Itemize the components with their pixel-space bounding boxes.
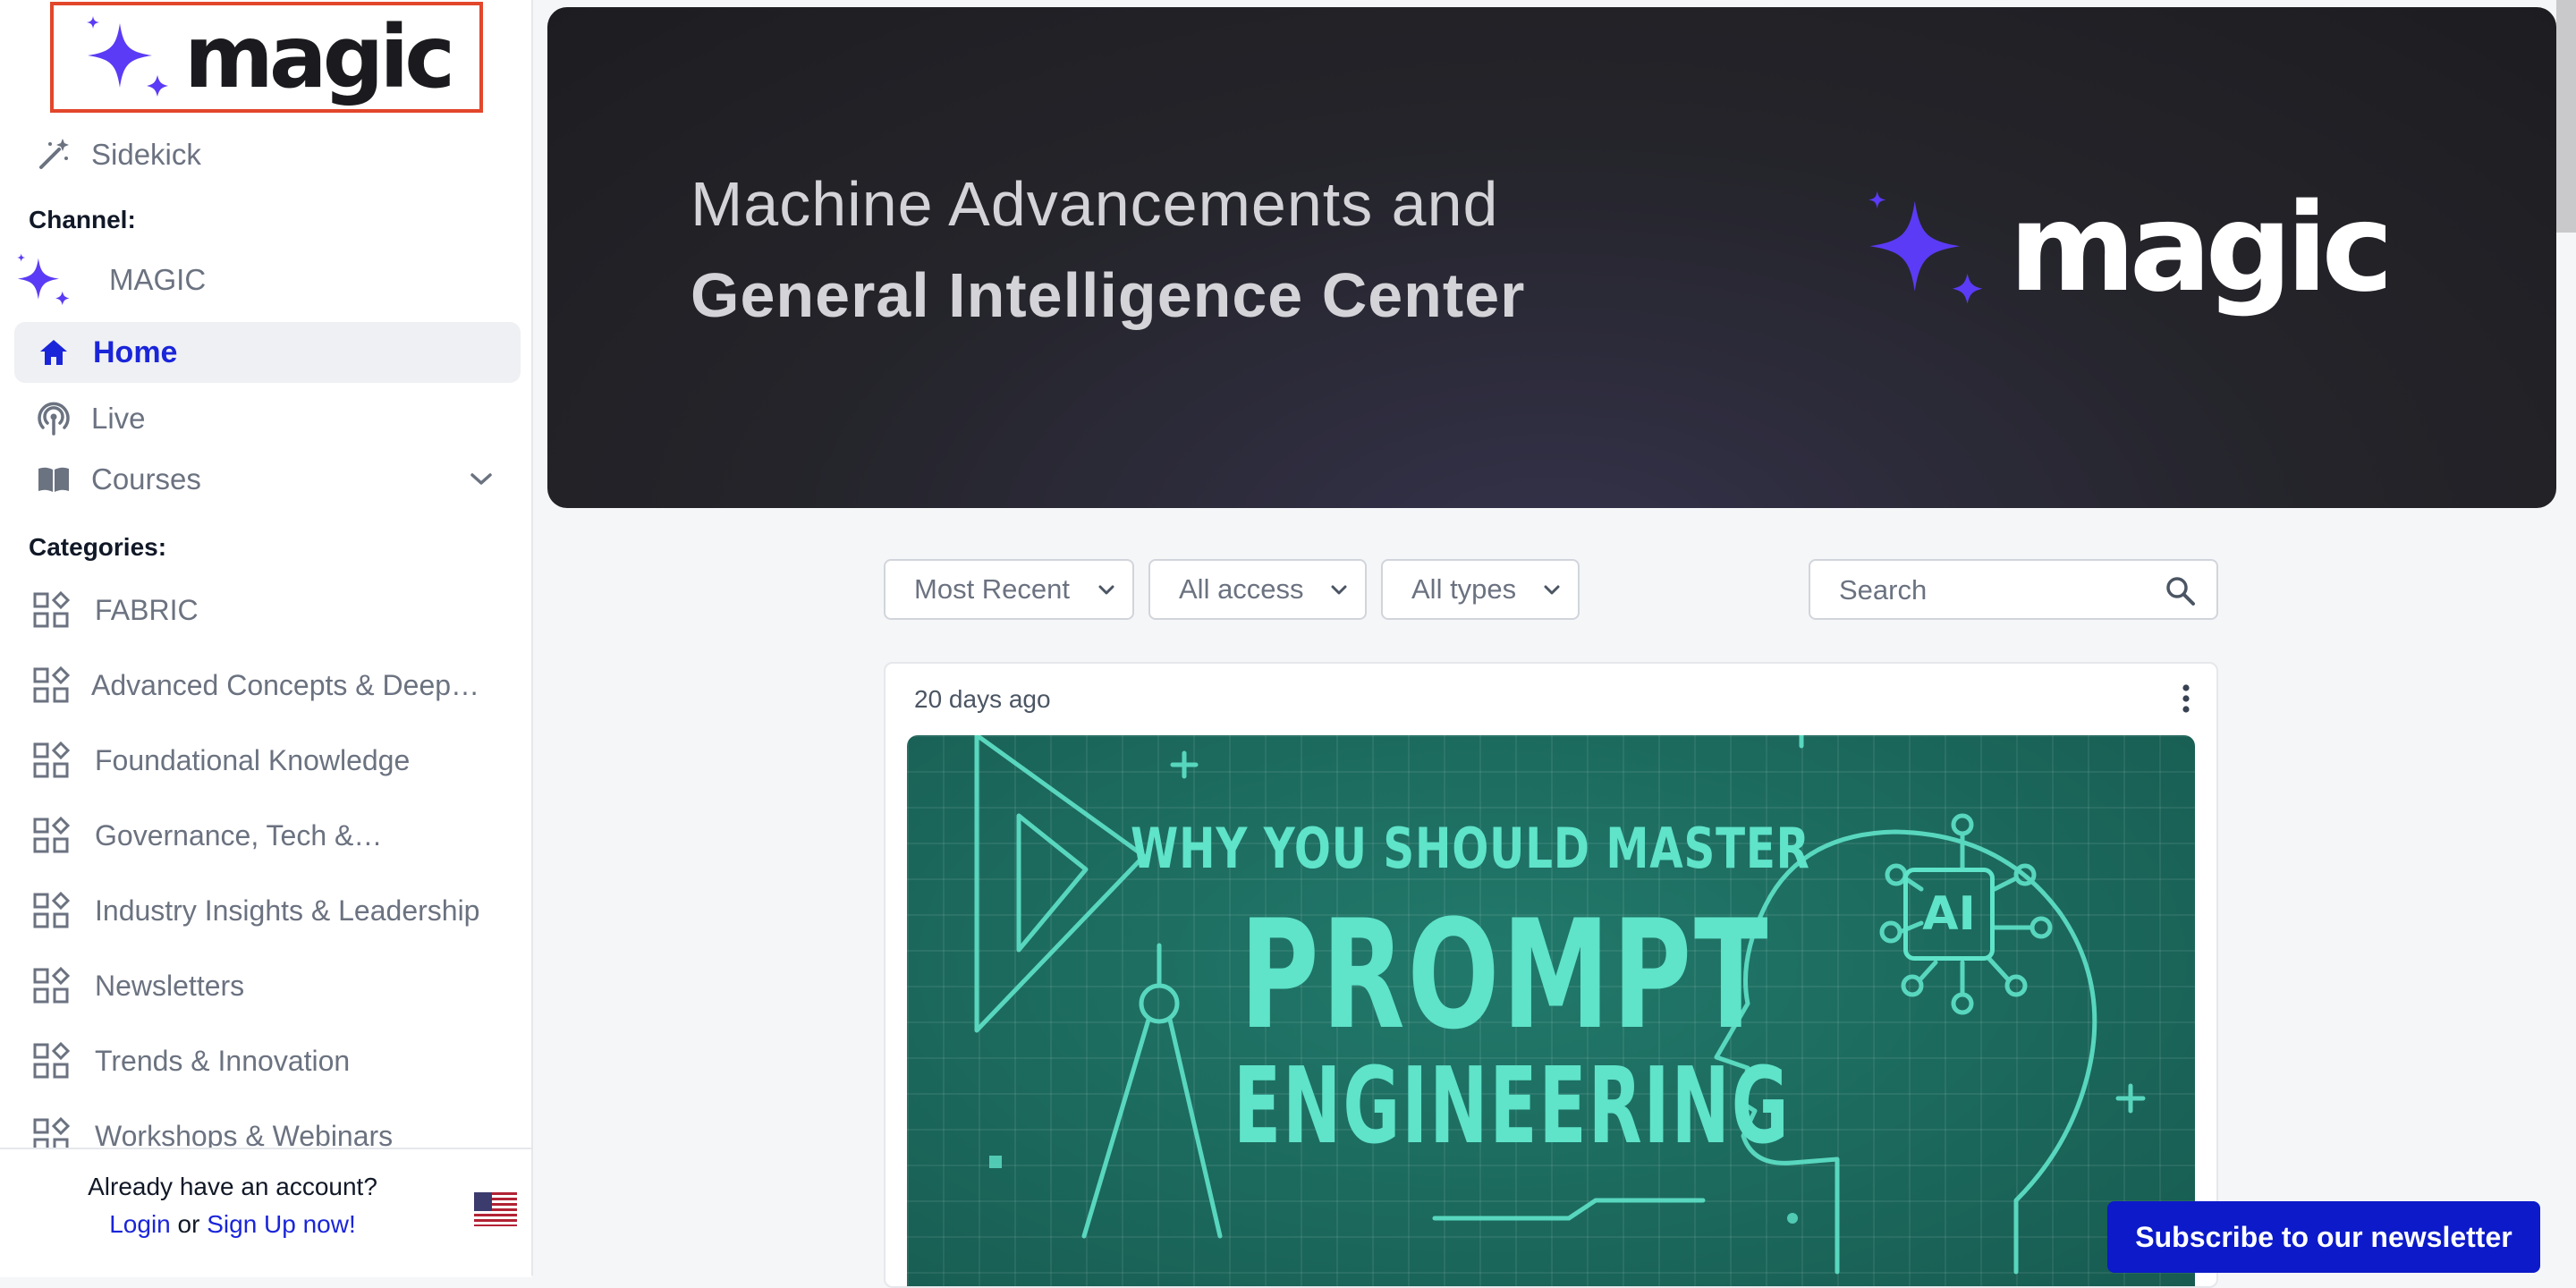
category-grid-icon bbox=[33, 817, 70, 853]
category-item[interactable]: Foundational Knowledge bbox=[32, 735, 515, 785]
sort-dropdown[interactable]: Most Recent bbox=[884, 559, 1134, 620]
logo-wordmark: magic bbox=[183, 7, 455, 107]
login-link[interactable]: Login bbox=[109, 1210, 171, 1238]
more-options-icon[interactable] bbox=[2181, 683, 2191, 714]
broadcast-icon bbox=[38, 402, 70, 436]
sparkle-channel-icon bbox=[17, 253, 70, 306]
thumbnail-line2: PROMPT bbox=[1240, 887, 1771, 1063]
nav-live-label: Live bbox=[91, 402, 146, 435]
content-card[interactable]: 20 days ago WHY YOU SHOULD MASTER PROMPT… bbox=[884, 662, 2218, 1288]
account-footer: Already have an account? Login or Sign U… bbox=[0, 1148, 531, 1277]
banner-title-line2: General Intelligence Center bbox=[691, 260, 1526, 330]
card-thumbnail[interactable]: WHY YOU SHOULD MASTER PROMPT ENGINEERING… bbox=[907, 735, 2195, 1286]
sparkle-logo-icon bbox=[86, 16, 168, 97]
banner-title-line1: Machine Advancements and bbox=[691, 169, 1499, 239]
chevron-down-icon bbox=[1331, 585, 1347, 595]
nav-live[interactable]: Live bbox=[14, 394, 521, 444]
sort-dropdown-value: Most Recent bbox=[914, 573, 1071, 605]
chevron-down-icon[interactable] bbox=[469, 470, 494, 488]
category-grid-icon bbox=[33, 892, 70, 928]
chevron-down-icon bbox=[1544, 585, 1560, 595]
book-icon bbox=[38, 467, 69, 492]
search-icon[interactable] bbox=[2165, 575, 2197, 607]
category-label: FABRIC bbox=[95, 593, 199, 626]
subscribe-newsletter-button[interactable]: Subscribe to our newsletter bbox=[2107, 1201, 2540, 1273]
thumbnail-line1: WHY YOU SHOULD MASTER bbox=[1131, 816, 1810, 881]
nav-home[interactable]: Home bbox=[14, 322, 521, 383]
account-prompt: Already have an account? bbox=[88, 1173, 377, 1200]
category-label: Trends & Innovation bbox=[95, 1044, 351, 1077]
sidekick-label: Sidekick bbox=[91, 138, 201, 171]
channel-heading: Channel: bbox=[29, 206, 136, 233]
nav-home-label: Home bbox=[93, 335, 178, 369]
categories-heading: Categories: bbox=[29, 533, 167, 561]
signup-link[interactable]: Sign Up now! bbox=[207, 1210, 356, 1238]
or-text: or bbox=[177, 1210, 200, 1238]
category-item[interactable]: FABRIC bbox=[32, 585, 515, 635]
banner-logo-wordmark: magic bbox=[2009, 178, 2394, 319]
access-dropdown[interactable]: All access bbox=[1148, 559, 1367, 620]
thumbnail-line3: ENGINEERING bbox=[1233, 1044, 1791, 1167]
search-box bbox=[1809, 559, 2218, 620]
category-grid-icon bbox=[33, 967, 70, 1004]
category-grid-icon bbox=[33, 1042, 70, 1079]
channel-banner: Machine Advancements and General Intelli… bbox=[547, 7, 2556, 508]
category-item[interactable]: Trends & Innovation bbox=[32, 1036, 515, 1086]
category-item[interactable]: Newsletters bbox=[32, 961, 515, 1011]
auth-links: Login or Sign Up now! bbox=[0, 1210, 465, 1239]
category-label: Newsletters bbox=[95, 969, 245, 1002]
scrollbar-thumb[interactable] bbox=[2556, 0, 2576, 233]
category-item[interactable]: Advanced Concepts & Deep… bbox=[32, 660, 515, 710]
category-item[interactable]: Industry Insights & Leadership bbox=[32, 886, 515, 936]
category-label: Industry Insights & Leadership bbox=[95, 894, 480, 927]
access-dropdown-value: All access bbox=[1179, 573, 1304, 605]
category-grid-icon bbox=[33, 741, 70, 778]
channel-magic-link[interactable]: MAGIC bbox=[14, 249, 521, 311]
nav-courses[interactable]: Courses bbox=[14, 454, 521, 504]
types-dropdown[interactable]: All types bbox=[1381, 559, 1580, 620]
types-dropdown-value: All types bbox=[1411, 573, 1517, 605]
category-label: Foundational Knowledge bbox=[95, 743, 411, 776]
card-date: 20 days ago bbox=[914, 685, 1051, 713]
category-grid-icon bbox=[33, 591, 70, 628]
category-item[interactable]: Governance, Tech &… bbox=[32, 810, 515, 860]
banner-logo: magic bbox=[1862, 178, 2394, 319]
sparkle-logo-icon bbox=[1868, 191, 1983, 304]
sidebar: magic Sidekick Channel: MAGIC Home Live … bbox=[0, 0, 533, 1277]
sidekick-link[interactable]: Sidekick bbox=[14, 132, 521, 177]
channel-name: MAGIC bbox=[109, 263, 207, 296]
category-label: Advanced Concepts & Deep… bbox=[91, 668, 480, 701]
chevron-down-icon bbox=[1098, 585, 1114, 595]
category-label: Governance, Tech &… bbox=[95, 818, 383, 852]
us-flag-icon[interactable] bbox=[474, 1192, 517, 1226]
home-icon bbox=[40, 340, 67, 365]
magic-logo[interactable]: magic bbox=[50, 2, 483, 113]
category-grid-icon bbox=[33, 666, 70, 703]
search-input[interactable] bbox=[1837, 572, 2145, 609]
ai-chip-icon: AI bbox=[1903, 868, 1995, 961]
nav-courses-label: Courses bbox=[91, 462, 201, 496]
magic-wand-icon bbox=[39, 139, 69, 169]
